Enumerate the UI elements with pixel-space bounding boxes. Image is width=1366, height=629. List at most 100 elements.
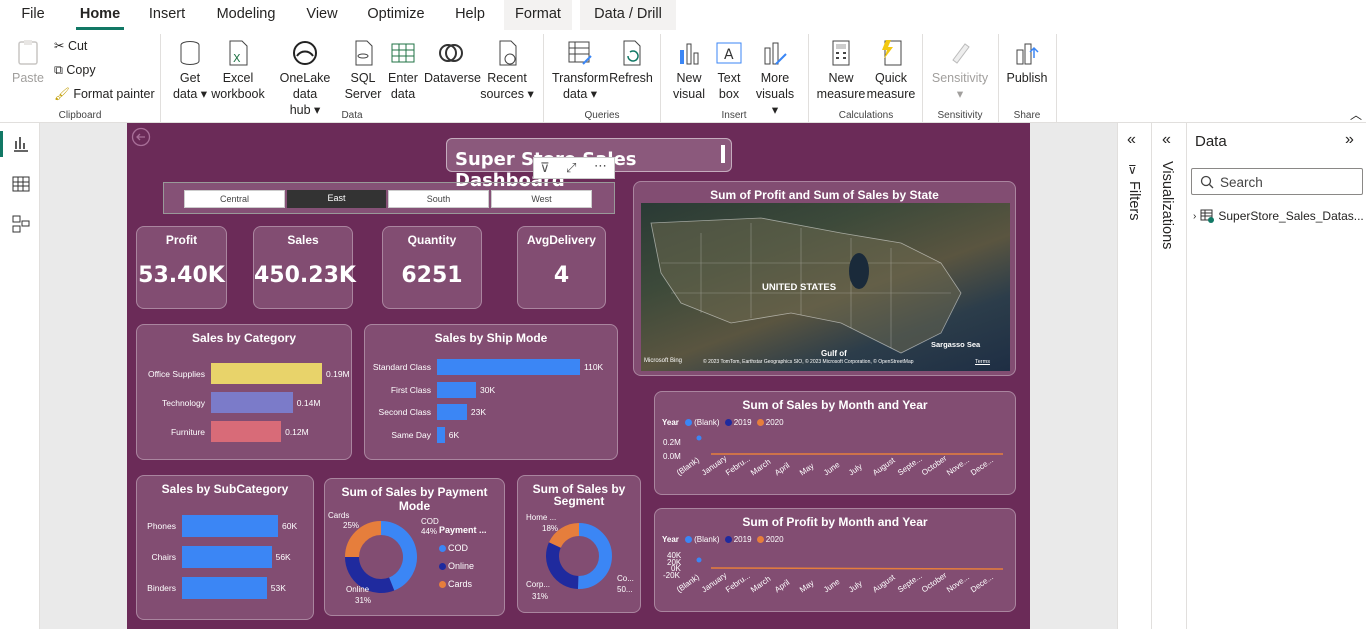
visualizations-label[interactable]: Visualizations [1159, 161, 1175, 249]
menu-help[interactable]: Help [448, 0, 492, 30]
map-visual[interactable]: Sum of Profit and Sum of Sales by State … [633, 181, 1016, 376]
donut-slice[interactable] [546, 542, 579, 589]
model-view-icon[interactable] [12, 215, 30, 233]
menu-file[interactable]: File [14, 0, 52, 30]
ribbon-divider [543, 34, 544, 122]
calculator-icon [832, 40, 850, 66]
kpi-card-sales[interactable]: Sales 450.23K [253, 226, 356, 309]
chart-plot: Office Supplies 0.19M Technology 0.14M Furni… [137, 359, 353, 459]
sales-by-category-chart[interactable]: Sales by Category Office Supplies 0.19M Te… [136, 324, 352, 460]
bar-label: Chairs [151, 552, 176, 562]
back-arrow-icon[interactable] [131, 127, 151, 147]
recent-sources-button[interactable]: Recent sources ▾ [480, 38, 534, 102]
legend-dot [439, 563, 446, 571]
slicer-west[interactable]: West [491, 190, 592, 208]
donut-slice[interactable] [548, 523, 580, 549]
sales-by-segment-chart[interactable]: Sum of Sales by Segment Home ... 18% Cor… [517, 475, 641, 613]
more-options-icon[interactable]: ⋯ [594, 158, 607, 174]
sales-by-month-chart[interactable]: Sum of Sales by Month and Year Year (Bla… [654, 391, 1016, 495]
bar[interactable] [437, 381, 476, 398]
more-visuals-button[interactable]: More visuals ▾ [752, 38, 798, 118]
legend-item-cod[interactable]: COD [439, 539, 474, 557]
kpi-card-profit[interactable]: Profit 53.40K [136, 226, 227, 309]
bar-value: 110K [584, 362, 604, 372]
get-data-button[interactable]: Get data ▾ [170, 38, 210, 102]
paste-button[interactable]: Paste [10, 38, 46, 86]
donut-slice[interactable] [345, 521, 382, 558]
bar[interactable] [182, 577, 267, 599]
bar[interactable] [211, 392, 293, 413]
new-measure-button[interactable]: New measure [816, 38, 866, 102]
kpi-value: 450.23K [254, 263, 356, 288]
bar[interactable] [211, 421, 282, 442]
profit-by-month-chart[interactable]: Sum of Profit by Month and Year Year (Bl… [654, 508, 1016, 612]
copy-button[interactable]: ⧉ Copy [54, 62, 96, 78]
filter-funnel-icon: ⊽ [1128, 163, 1137, 177]
enter-data-button[interactable]: Enter data [384, 38, 422, 102]
text-box-button[interactable]: A Text box [710, 38, 748, 102]
kpi-card-quantity[interactable]: Quantity 6251 [382, 226, 482, 309]
bar[interactable] [437, 426, 445, 443]
report-view-icon[interactable] [12, 135, 30, 153]
collapse-data-icon[interactable]: » [1345, 131, 1354, 149]
search-input[interactable]: Search [1191, 168, 1363, 195]
sql-server-button[interactable]: SQL Server [344, 38, 382, 102]
kpi-card-avgdelivery[interactable]: AvgDelivery 4 [517, 226, 606, 309]
filter-icon[interactable]: ⊽ [540, 160, 550, 176]
slicer-east[interactable]: East [287, 190, 386, 208]
menu-home[interactable]: Home [76, 0, 124, 30]
ribbon: Paste ✂ Cut ⧉ Copy 🖌 Format painter Clip… [0, 30, 1366, 123]
online-pct: 31% [355, 596, 372, 605]
map-canvas[interactable]: UNITED STATES Sargasso Sea Gulf of Micro… [641, 203, 1010, 371]
menu-view[interactable]: View [300, 0, 344, 30]
chart-title: Sales by Ship Mode [434, 331, 548, 345]
map-terms-link[interactable]: Terms [975, 359, 990, 365]
legend-item-online[interactable]: Online [439, 557, 474, 575]
menu-modeling[interactable]: Modeling [210, 0, 282, 30]
bar[interactable] [437, 404, 467, 420]
format-painter-button[interactable]: 🖌 Format painter [54, 86, 155, 102]
publish-button[interactable]: Publish [1004, 38, 1050, 86]
database-icon [180, 41, 200, 66]
focus-mode-icon[interactable]: ⤢ [566, 160, 576, 176]
bar[interactable] [437, 359, 580, 375]
dataverse-button[interactable]: Dataverse [424, 38, 481, 86]
sales-by-ship-mode-chart[interactable]: Sales by Ship Mode Standard Class 110K Fir… [364, 324, 618, 460]
cut-button[interactable]: ✂ Cut [54, 38, 87, 54]
new-visual-button[interactable]: New visual [668, 38, 710, 102]
menu-data-drill[interactable]: Data / Drill [580, 0, 676, 30]
donut-slice[interactable] [380, 521, 417, 591]
recent-sources-icon [499, 40, 517, 66]
filters-label[interactable]: Filters [1126, 181, 1142, 220]
clipboard-group-label: Clipboard [58, 110, 102, 121]
legend-item-cards[interactable]: Cards [439, 575, 474, 593]
donut-slice[interactable] [577, 523, 612, 589]
expand-filters-icon[interactable]: « [1127, 131, 1136, 149]
chevron-right-icon[interactable]: › [1193, 211, 1196, 222]
quick-measure-button[interactable]: Quick measure [866, 38, 916, 102]
bar-value: 56K [275, 552, 291, 562]
bar[interactable] [182, 515, 278, 537]
kpi-label: AvgDelivery [527, 233, 596, 247]
refresh-button[interactable]: Refresh [608, 38, 654, 86]
slicer-south[interactable]: South [388, 190, 489, 208]
donut-slice[interactable] [345, 556, 395, 593]
slicer-central[interactable]: Central [184, 190, 285, 208]
menu-optimize[interactable]: Optimize [362, 0, 430, 30]
expand-visualizations-icon[interactable]: « [1162, 131, 1171, 149]
bar[interactable] [211, 363, 322, 384]
onelake-data-hub-button[interactable]: OneLake data hub ▾ [266, 38, 344, 118]
sensitivity-button[interactable]: Sensitivity ▾ [928, 38, 992, 102]
kpi-label: Quantity [407, 233, 457, 247]
transform-data-button[interactable]: Transform data ▾ [552, 38, 609, 102]
table-view-icon[interactable] [12, 175, 30, 193]
menu-format[interactable]: Format [504, 0, 572, 30]
sales-by-subcategory-chart[interactable]: Sales by SubCategory Phones 60K Chairs 56K B… [136, 475, 314, 620]
table-item[interactable]: › SuperStore_Sales_Datas... [1193, 209, 1364, 223]
menu-insert[interactable]: Insert [143, 0, 191, 30]
excel-workbook-button[interactable]: X Excel workbook [210, 38, 266, 102]
bar[interactable] [182, 546, 272, 568]
sales-by-payment-mode-chart[interactable]: Sum of Sales by Payment Mode Cards 25% C… [324, 478, 505, 616]
collapse-ribbon-icon[interactable]: ︿ [1350, 106, 1362, 123]
corp-pct: 31% [532, 592, 549, 601]
